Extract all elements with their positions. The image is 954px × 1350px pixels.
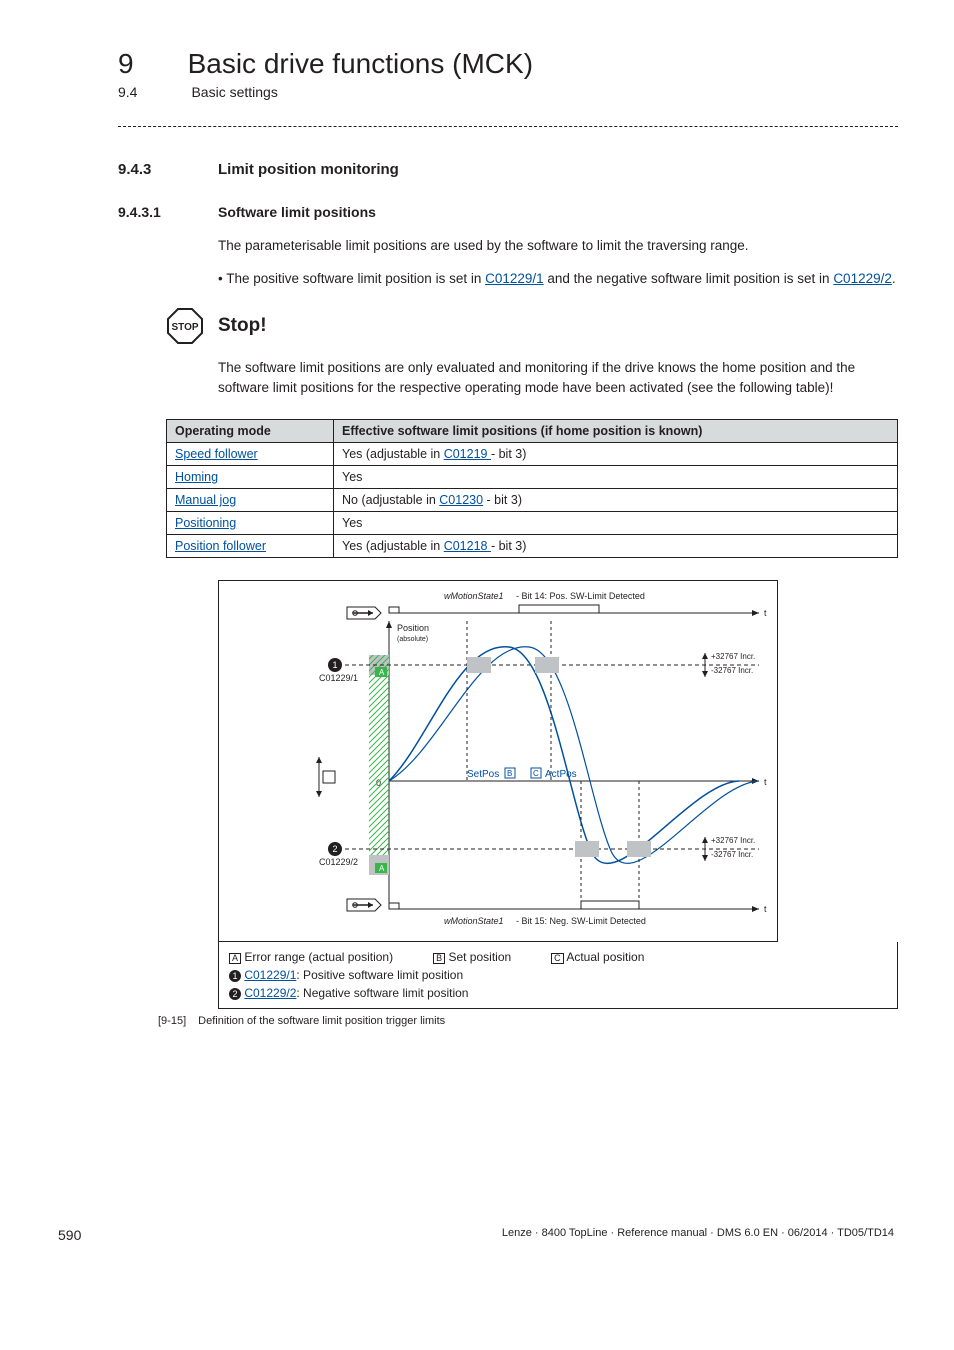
svg-text:A: A [379,668,385,677]
svg-text:wMotionState1: wMotionState1 [444,916,504,926]
svg-text:STOP: STOP [171,322,198,333]
link-c01229-2[interactable]: C01229/2 [833,271,892,286]
svg-text:wMotionState1: wMotionState1 [444,591,504,601]
table-param-link[interactable]: C01230 [439,493,483,507]
footer-right: Lenze · 8400 TopLine · Reference manual … [502,1227,894,1243]
section-title: Basic settings [191,84,277,100]
page-number: 590 [58,1227,81,1243]
legend-link-1[interactable]: C01229/1 [244,968,296,982]
table-mode-link[interactable]: Manual jog [175,493,236,507]
svg-text:- Bit 14: Pos. SW-Limit Detect: - Bit 14: Pos. SW-Limit Detected [516,591,645,601]
svg-text:C01229/2: C01229/2 [319,857,358,867]
legend-text-2: : Negative software limit position [296,986,468,1000]
link-c01229-1[interactable]: C01229/1 [485,271,544,286]
svg-text:t: t [764,777,767,787]
svg-text:B: B [507,769,512,778]
divider [118,126,898,127]
table-param-link[interactable]: C01219 [444,447,491,461]
table-row: Homing Yes [167,466,898,489]
figure-caption-text: Definition of the software limit positio… [198,1015,445,1027]
table-param-link[interactable]: C01218 [444,539,491,553]
bullet-text-end: . [892,271,896,286]
chapter-title: Basic drive functions (MCK) [188,48,533,80]
svg-text:t: t [764,608,767,618]
svg-text:A: A [379,864,385,873]
intro-paragraph: The parameterisable limit positions are … [218,236,898,256]
legend-b: Set position [448,950,511,964]
bullet-text-mid: and the negative software limit position… [544,271,834,286]
chapter-number: 9 [118,48,134,80]
svg-text:+32767 Incr.: +32767 Incr. [711,652,755,661]
stop-body: The software limit positions are only ev… [218,358,858,397]
legend-link-2[interactable]: C01229/2 [244,986,296,1000]
figure-diagram: wMotionState1 - Bit 14: Pos. SW-Limit De… [218,580,778,942]
bullet-paragraph: The positive software limit position is … [230,269,898,289]
stop-icon: STOP [166,307,204,345]
table-effective-cell: Yes (adjustable in C01218 - bit 3) [334,535,898,558]
table-row: Speed follower Yes (adjustable in C01219 … [167,443,898,466]
svg-text:-32767 Incr.: -32767 Incr. [711,850,753,859]
stop-label: Stop! [218,315,267,337]
legend-text-1: : Positive software limit position [296,968,463,982]
heading-number: 9.4.3 [118,161,218,178]
table-effective-cell: Yes [334,466,898,489]
svg-text:C01229/1: C01229/1 [319,673,358,683]
table-effective-cell: Yes [334,512,898,535]
table-mode-link[interactable]: Speed follower [175,447,258,461]
svg-text:Position: Position [397,623,429,633]
svg-text:2: 2 [332,844,337,854]
table-mode-link[interactable]: Homing [175,470,218,484]
figure-caption-number: [9-15] [158,1015,186,1027]
table-row: Position follower Yes (adjustable in C012… [167,535,898,558]
svg-text:1: 1 [332,660,337,670]
table-mode-link[interactable]: Positioning [175,516,236,530]
table-row: Positioning Yes [167,512,898,535]
table-header-effective: Effective software limit positions (if h… [334,420,898,443]
legend-c: Actual position [566,950,644,964]
figure-legend: A Error range (actual position) B Set po… [218,942,898,1009]
table-header-mode: Operating mode [167,420,334,443]
table-mode-link[interactable]: Position follower [175,539,266,553]
subheading-text: Software limit positions [218,204,376,220]
svg-text:+32767 Incr.: +32767 Incr. [711,836,755,845]
bullet-text-pre: The positive software limit position is … [226,271,485,286]
svg-text:SetPos: SetPos [467,769,499,780]
operating-mode-table: Operating mode Effective software limit … [166,419,898,558]
table-effective-cell: Yes (adjustable in C01219 - bit 3) [334,443,898,466]
svg-text:C: C [533,769,539,778]
svg-text:t: t [764,904,767,914]
heading-text: Limit position monitoring [218,161,399,178]
svg-text:- Bit 15: Neg. SW-Limit Detect: - Bit 15: Neg. SW-Limit Detected [516,916,646,926]
svg-text:(absolute): (absolute) [397,636,428,643]
table-row: Manual jog No (adjustable in C01230 - bit… [167,489,898,512]
subheading-number: 9.4.3.1 [118,204,218,220]
svg-text:ActPos: ActPos [545,769,577,780]
svg-text:-32767 Incr.: -32767 Incr. [711,666,753,675]
legend-a: Error range (actual position) [244,950,393,964]
table-effective-cell: No (adjustable in C01230 - bit 3) [334,489,898,512]
section-number: 9.4 [118,84,137,100]
